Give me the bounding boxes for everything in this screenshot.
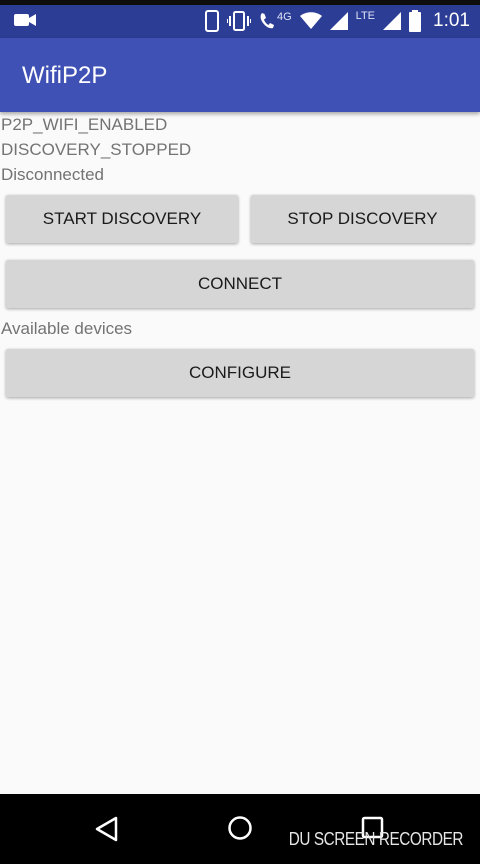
available-devices-heading: Available devices (1, 319, 133, 338)
back-icon[interactable] (90, 812, 124, 846)
status-bar-top-strip (0, 0, 480, 5)
app-bar: WifiP2P (0, 38, 480, 112)
wifi-state-label: P2P_WIFI_ENABLED (1, 115, 168, 134)
discovery-state-label: DISCOVERY_STOPPED (1, 140, 192, 159)
screen-recorder-watermark: DU SCREEN RECORDER (288, 829, 464, 849)
main-content: P2P_WIFI_ENABLED DISCOVERY_STOPPED Disco… (0, 112, 480, 794)
network-type-4g: 4G (276, 11, 292, 23)
status-bar: 4G LTE 1:01 (0, 0, 480, 38)
configure-button[interactable]: CONFIGURE (6, 349, 474, 397)
connection-state-label: Disconnected (1, 165, 105, 184)
start-discovery-button[interactable]: START DISCOVERY (6, 195, 238, 243)
battery-icon (409, 10, 422, 32)
stop-discovery-button[interactable]: STOP DISCOVERY (251, 195, 474, 243)
signal-icon (383, 12, 402, 30)
status-bar-icons: 4G LTE 1:01 (204, 8, 470, 34)
network-type-lte: LTE (355, 10, 376, 22)
vibrate-icon (226, 11, 251, 31)
phone-portrait-icon (204, 10, 219, 32)
wifi-icon (299, 12, 322, 29)
clock: 1:01 (433, 10, 470, 31)
home-icon[interactable] (223, 812, 257, 846)
wifi-calling-icon (260, 13, 274, 29)
connect-button[interactable]: CONNECT (6, 260, 474, 308)
app-title: WifiP2P (22, 62, 108, 89)
video-camera-icon (14, 14, 36, 26)
signal-icon (329, 12, 348, 30)
